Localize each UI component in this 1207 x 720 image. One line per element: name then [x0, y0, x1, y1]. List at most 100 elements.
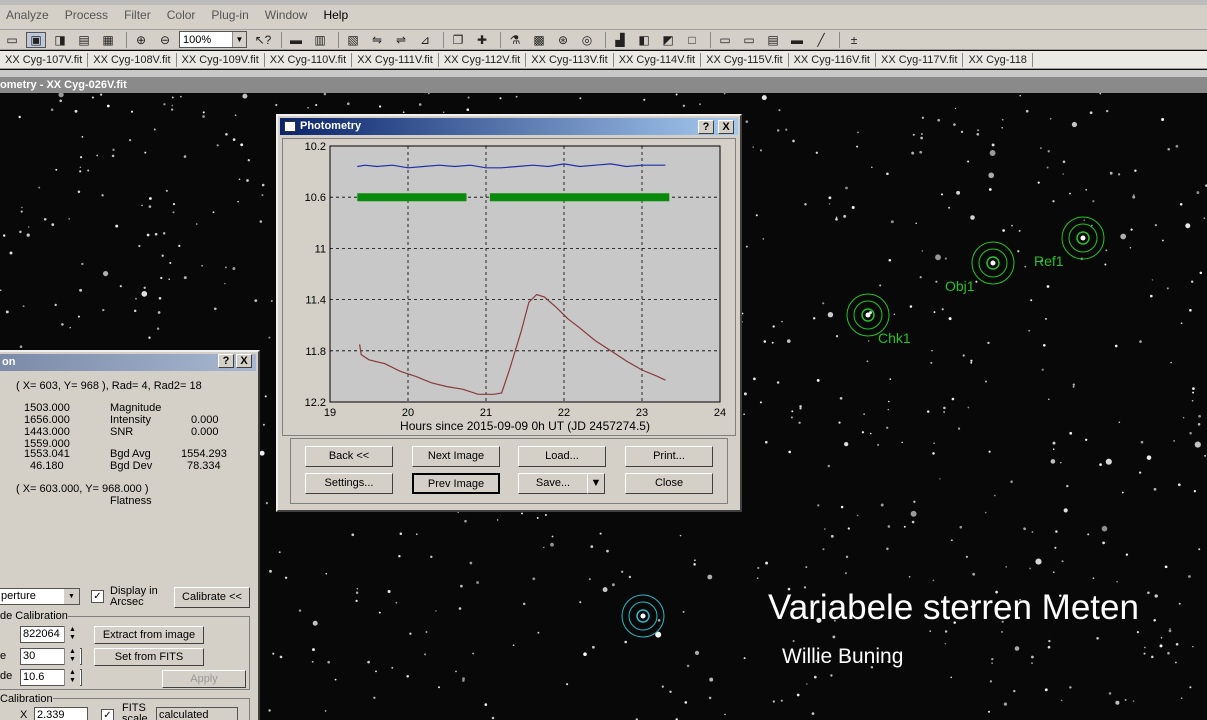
stack-icon[interactable]: ▥	[310, 32, 330, 48]
zoom-in-icon[interactable]: ⊕	[131, 32, 151, 48]
star	[1001, 118, 1004, 121]
spin-arrows-icon[interactable]: ▲ ▼	[64, 669, 80, 686]
menu-process[interactable]: Process	[57, 8, 116, 22]
next-image-button[interactable]: Next Image	[412, 446, 500, 467]
frame-icon[interactable]: □	[682, 32, 702, 48]
close-button[interactable]: X	[236, 354, 252, 368]
set-from-fits-button[interactable]: Set from FITS	[94, 648, 204, 666]
star	[284, 576, 288, 579]
zoom-out-icon[interactable]: ⊖	[155, 32, 175, 48]
save-dropdown-icon[interactable]: ▼	[587, 473, 605, 494]
close-button[interactable]: X	[718, 120, 734, 134]
close-dialog-button[interactable]: Close	[625, 473, 713, 494]
help-button[interactable]: ?	[218, 354, 234, 368]
properties-icon[interactable]: ▦	[98, 32, 118, 48]
prev-image-button[interactable]: Prev Image	[412, 473, 500, 494]
plus-minus-icon[interactable]: ±	[844, 32, 864, 48]
menu-window[interactable]: Window	[257, 8, 316, 22]
menu-plugin[interactable]: Plug-in	[203, 8, 256, 22]
fit-view-icon[interactable]: ▣	[26, 31, 46, 48]
target-icon[interactable]: ◎	[577, 32, 597, 48]
menu-help[interactable]: Help	[315, 8, 356, 22]
file-tab[interactable]: XX Cyg-115V.fit	[701, 52, 789, 67]
x-label: X	[20, 709, 28, 720]
menu-color[interactable]: Color	[159, 8, 204, 22]
star	[1044, 688, 1048, 692]
load-button[interactable]: Load...	[518, 446, 606, 467]
window2-icon[interactable]: ▭	[739, 32, 759, 48]
star	[1153, 487, 1157, 491]
star	[1099, 93, 1102, 95]
star	[835, 335, 839, 338]
star	[375, 670, 377, 673]
layers-icon[interactable]: ◧	[634, 32, 654, 48]
light-curve-chart[interactable]: 19 20 21 22 23 24 10.2 10.6 11 11.4 11.8 12.2 Hours …	[282, 138, 736, 436]
fits-scale-checkbox[interactable]: ✓	[101, 709, 114, 720]
intensity-input[interactable]: 822064	[20, 626, 68, 643]
star	[1044, 317, 1048, 320]
file-tab[interactable]: XX Cyg-111V.fit	[352, 52, 439, 67]
file-tab[interactable]: XX Cyg-109V.fit	[177, 52, 265, 67]
display-arcsec-checkbox[interactable]: ✓	[91, 590, 104, 603]
help-pointer-icon[interactable]: ↖?	[253, 32, 273, 48]
star	[180, 95, 182, 98]
flask-icon[interactable]: ⚗	[505, 32, 525, 48]
back-button[interactable]: Back <<	[305, 446, 393, 467]
crosshair-icon[interactable]: ✚	[472, 32, 492, 48]
help-button[interactable]: ?	[698, 120, 714, 134]
menu-filter[interactable]: Filter	[116, 8, 159, 22]
file-tab[interactable]: XX Cyg-118	[963, 52, 1033, 67]
shift-icon[interactable]: ⇌	[391, 32, 411, 48]
file-tab[interactable]: XX Cyg-108V.fit	[88, 52, 177, 67]
calibrate-button[interactable]: Calibrate <<	[174, 587, 250, 608]
chevron-down-icon[interactable]: ▼	[232, 32, 246, 47]
star	[355, 591, 359, 594]
image-window-title[interactable]: ometry - XX Cyg-026V.fit	[0, 77, 1207, 93]
star	[153, 128, 156, 131]
print-button[interactable]: Print...	[625, 446, 713, 467]
star	[81, 262, 84, 266]
process-icon[interactable]: ▧	[343, 32, 363, 48]
save-icon[interactable]: ▤	[74, 32, 94, 48]
bar-icon[interactable]: ▬	[787, 32, 807, 48]
window3-icon[interactable]: ▤	[763, 32, 783, 48]
star	[847, 527, 850, 530]
overlap-icon[interactable]: ◩	[658, 32, 678, 48]
x-scale-input[interactable]: 2.339	[34, 707, 88, 720]
compare-icon[interactable]: ◨	[50, 32, 70, 48]
globe-icon[interactable]: ⊛	[553, 32, 573, 48]
file-tab[interactable]: XX Cyg-110V.fit	[265, 52, 353, 67]
star	[1071, 121, 1077, 128]
zoom-select[interactable]: 100% ▼	[179, 31, 247, 48]
dialog-title-bar[interactable]: Photometry	[280, 118, 738, 135]
menu-analyze[interactable]: Analyze	[0, 8, 57, 22]
file-tab[interactable]: XX Cyg-107V.fit	[0, 52, 89, 67]
spin-arrows-icon[interactable]: ▲ ▼	[64, 648, 80, 665]
settings-button[interactable]: Settings...	[305, 473, 393, 494]
chevron-down-icon[interactable]: ▼	[64, 589, 79, 604]
star	[792, 639, 795, 643]
display-icon[interactable]: ▭	[2, 32, 22, 48]
histogram-icon[interactable]: ▟	[610, 32, 630, 48]
copy-icon[interactable]: ❐	[448, 32, 468, 48]
mode-select[interactable]: perture ▼	[0, 588, 80, 605]
extract-from-image-button[interactable]: Extract from image	[94, 626, 204, 644]
grid-icon[interactable]: ▩	[529, 32, 549, 48]
file-tab[interactable]: XX Cyg-114V.fit	[614, 52, 702, 67]
spin-arrows-icon[interactable]: ▲ ▼	[64, 626, 80, 643]
file-tab[interactable]: XX Cyg-113V.fit	[526, 52, 614, 67]
star	[566, 683, 569, 686]
measure-icon[interactable]: ⊿	[415, 32, 435, 48]
window1-icon[interactable]: ▭	[715, 32, 735, 48]
file-tab[interactable]: XX Cyg-112V.fit	[439, 52, 527, 67]
star	[1047, 645, 1051, 649]
star	[1023, 527, 1026, 531]
curve-icon[interactable]: ╱	[811, 32, 831, 48]
file-tab[interactable]: XX Cyg-116V.fit	[789, 52, 876, 67]
file-tab[interactable]: XX Cyg-117V.fit	[876, 52, 964, 67]
align-icon[interactable]: ⇋	[367, 32, 387, 48]
apply-button[interactable]: Apply	[162, 670, 246, 688]
star	[937, 118, 941, 122]
save-button[interactable]: Save...	[518, 473, 588, 494]
ruler-icon[interactable]: ▬	[286, 32, 306, 48]
